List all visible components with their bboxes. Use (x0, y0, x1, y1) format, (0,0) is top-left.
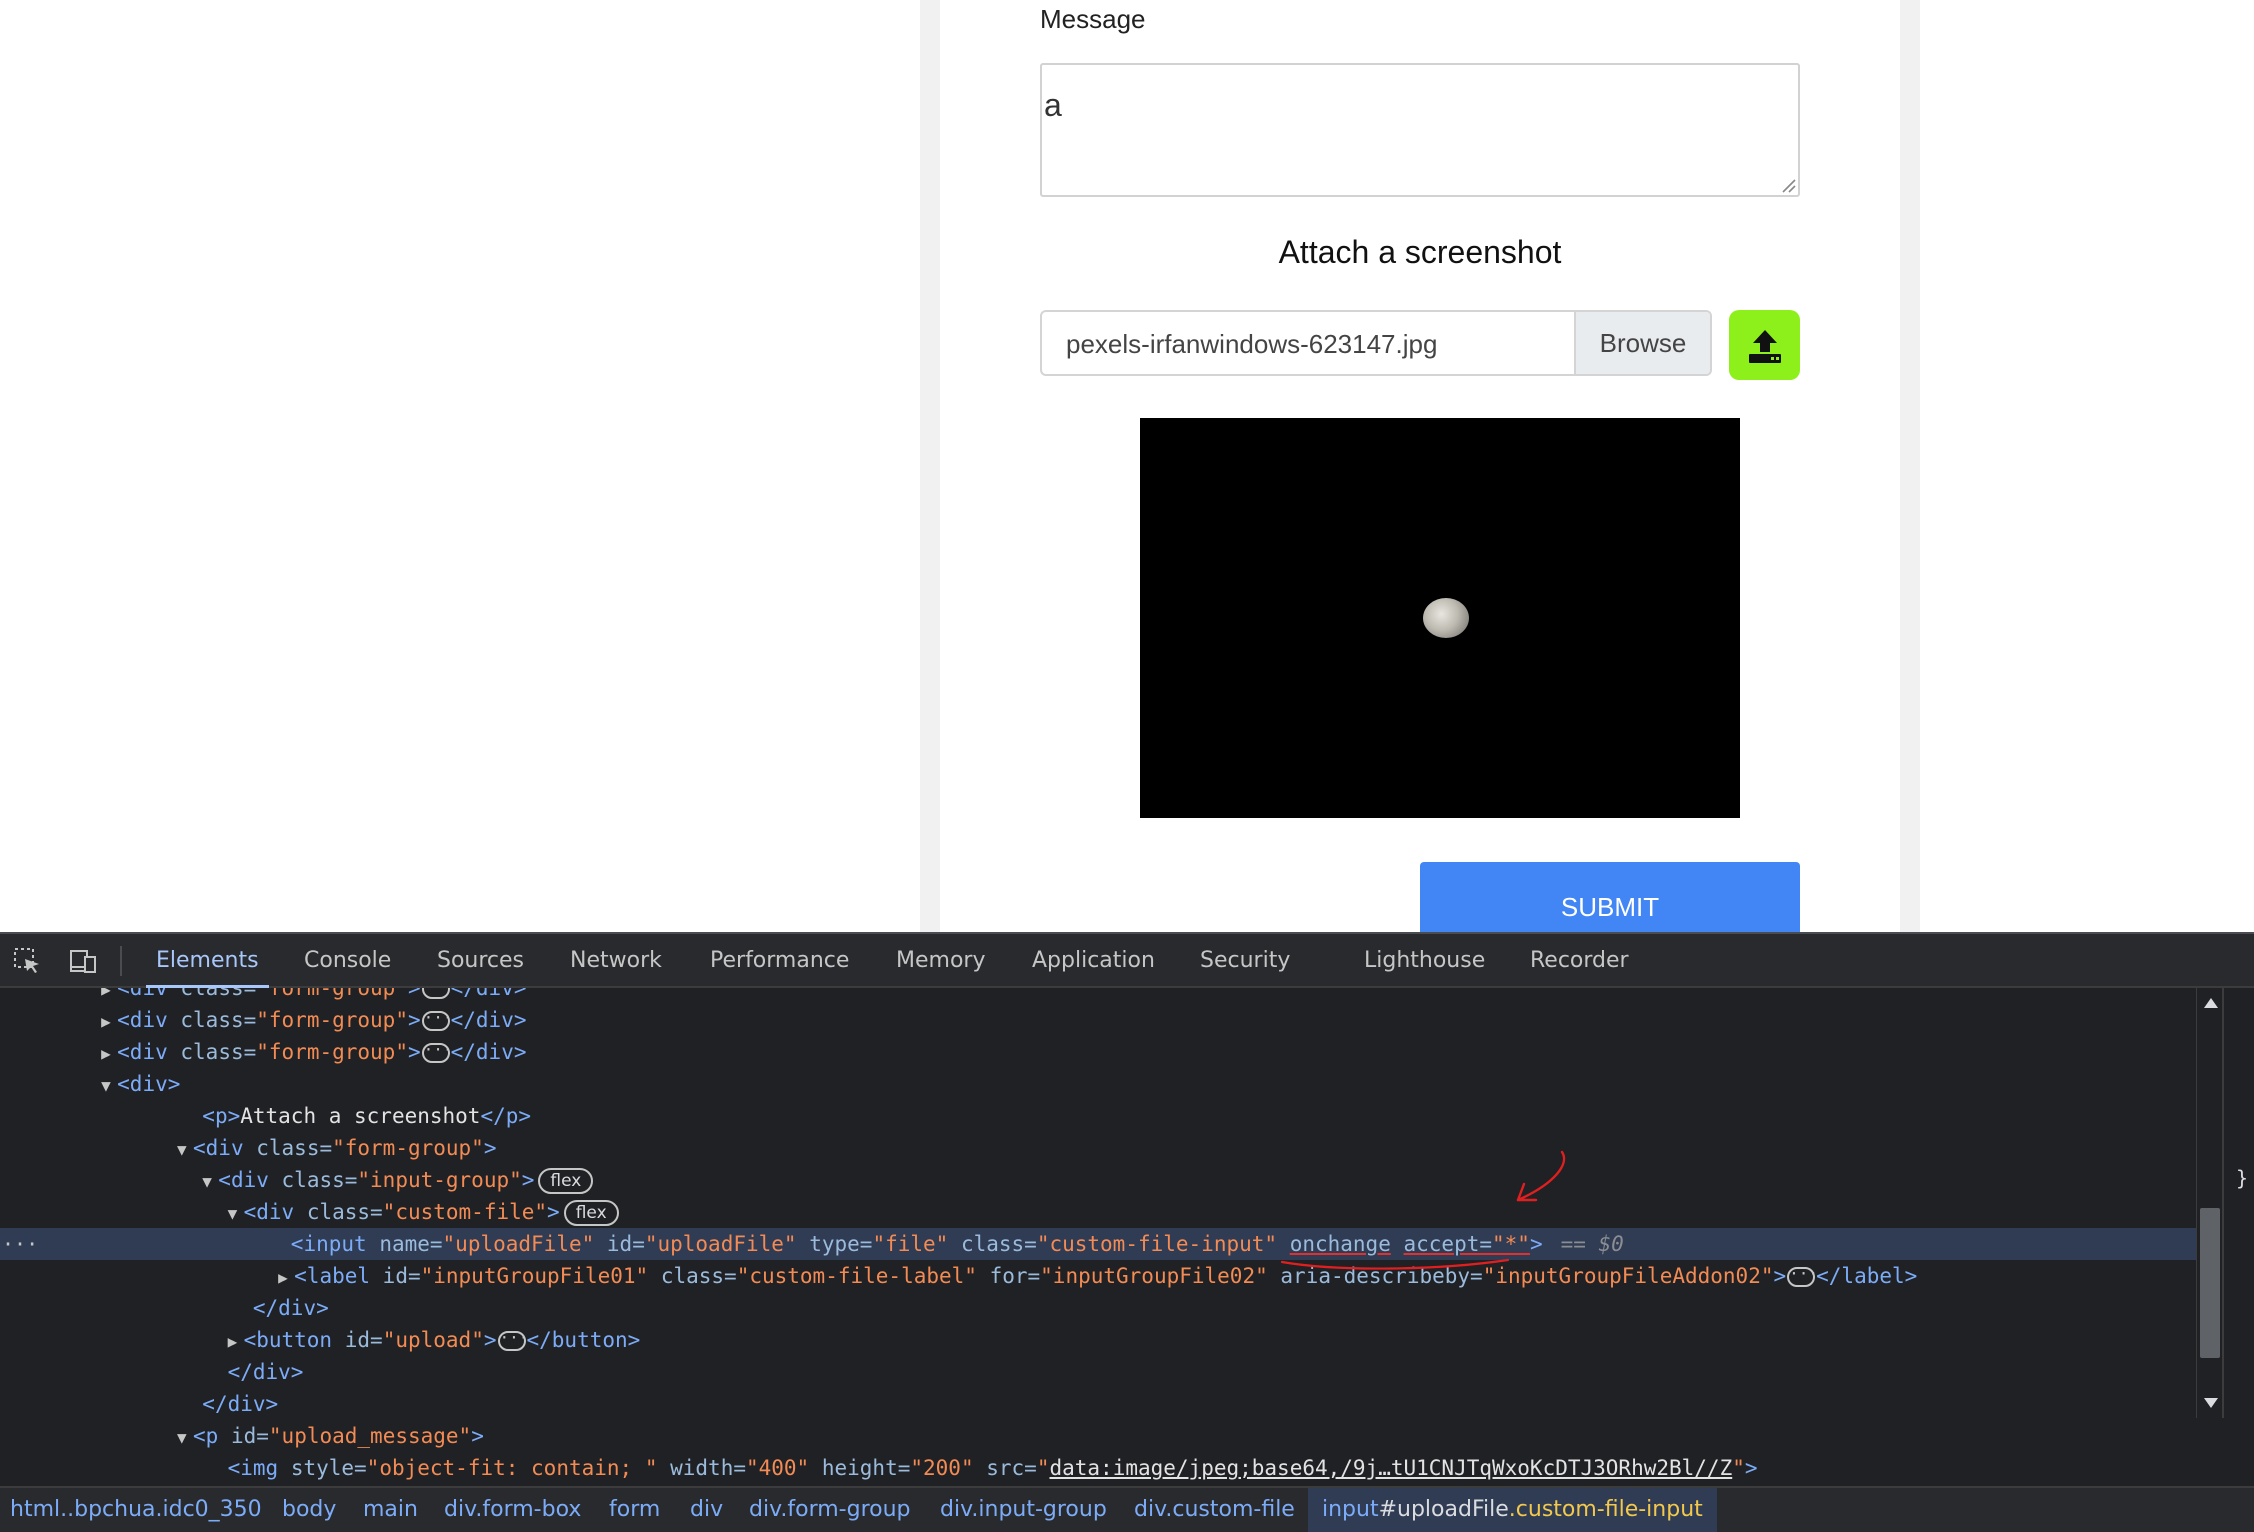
upload-icon (1749, 330, 1781, 363)
breadcrumb-item[interactable]: main (363, 1488, 418, 1532)
dom-node-row[interactable]: ▼ <div> (0, 1068, 2196, 1100)
tab-elements[interactable]: Elements (146, 934, 269, 988)
collapse-triangle-icon[interactable]: ▼ (101, 1070, 117, 1102)
breadcrumb-item[interactable]: form (609, 1488, 660, 1532)
collapse-triangle-icon[interactable]: ▼ (177, 1134, 193, 1166)
dom-node-row[interactable]: ▼ <div class="custom-file"> flex (0, 1196, 2196, 1228)
devtools-tab-bar: Elements Console Sources Network Perform… (0, 934, 2254, 988)
scroll-down-arrow-icon[interactable] (2204, 1398, 2218, 1408)
styles-side-pane: } } (2222, 988, 2254, 1418)
tab-console[interactable]: Console (304, 934, 391, 988)
dom-tree-scrollbar[interactable] (2196, 988, 2222, 1418)
devtools-panel: Elements Console Sources Network Perform… (0, 932, 2254, 1532)
tab-memory[interactable]: Memory (896, 934, 985, 988)
dom-node-row[interactable]: </div> (0, 1292, 2196, 1324)
upload-button[interactable] (1729, 310, 1800, 380)
tab-lighthouse[interactable]: Lighthouse (1364, 934, 1485, 988)
expand-triangle-icon[interactable]: ▶ (278, 1262, 294, 1294)
dom-node-row[interactable]: ▶ <button id="upload"> ···</button> (0, 1324, 2196, 1356)
dom-node-row[interactable]: ▼ <div class="form-group"> (0, 1132, 2196, 1164)
dom-node-row[interactable]: ▼ <p id="upload_message"> (0, 1420, 2196, 1452)
expand-triangle-icon[interactable]: ▶ (101, 1006, 117, 1038)
file-name-label: pexels-irfanwindows-623147.jpg (1066, 329, 1438, 359)
ellipsis-icon[interactable]: ··· (1787, 1266, 1818, 1287)
dom-node-row[interactable]: </div> (0, 1356, 2196, 1388)
elements-dom-tree: ▶<div class="form-group">···</div> ▶<div… (0, 988, 2196, 1418)
scrollbar-thumb[interactable] (2200, 1208, 2220, 1358)
tab-sources[interactable]: Sources (437, 934, 524, 988)
elements-dom-tree-lower: ▼ <p id="upload_message"> <img style="obj… (0, 1420, 2196, 1486)
breadcrumb-item[interactable]: body (282, 1488, 336, 1532)
dom-node-row[interactable]: <img style="object-fit: contain; " width… (0, 1452, 2196, 1484)
expand-triangle-icon[interactable]: ▶ (228, 1326, 244, 1358)
ellipsis-icon[interactable]: ··· (421, 1010, 453, 1031)
browse-button[interactable]: Browse (1574, 312, 1710, 374)
dom-node-row[interactable]: ▶<div class="form-group">···</div> (0, 988, 2196, 1004)
tab-application[interactable]: Application (1032, 934, 1155, 988)
tab-performance[interactable]: Performance (710, 934, 849, 988)
image-src-link[interactable]: data:image/jpeg;base64,/9j…tU1CNJTqWxoKc… (1049, 1456, 1732, 1480)
flex-badge[interactable]: flex (538, 1168, 594, 1194)
more-options-icon[interactable]: ··· (2, 1228, 38, 1260)
dom-node-row[interactable]: </div> (0, 1388, 2196, 1418)
collapse-triangle-icon[interactable]: ▼ (202, 1166, 218, 1198)
collapse-triangle-icon[interactable]: ▼ (177, 1422, 193, 1454)
dom-node-row[interactable]: <p>Attach a screenshot</p> (0, 1100, 2196, 1132)
submit-button[interactable]: SUBMIT (1420, 862, 1800, 932)
breadcrumb-item[interactable]: html..bpchua.idc0_350 (10, 1488, 262, 1532)
breadcrumb-item[interactable]: div (690, 1488, 723, 1532)
breadcrumb-item[interactable]: div.input-group (940, 1488, 1107, 1532)
dom-breadcrumb: html..bpchua.idc0_350 body main div.form… (0, 1486, 2254, 1532)
resize-handle-icon[interactable] (1780, 177, 1796, 193)
message-label: Message (1040, 4, 1146, 34)
tab-network[interactable]: Network (570, 934, 662, 988)
dom-node-row[interactable]: ▼ <div class="input-group"> flex (0, 1164, 2196, 1196)
moon-photo (1423, 598, 1469, 638)
side-pane-brace: } (2236, 1166, 2249, 1190)
dom-node-row[interactable]: ▶<div class="form-group">···</div> (0, 1036, 2196, 1068)
breadcrumb-item[interactable]: div.form-group (749, 1488, 911, 1532)
inspect-element-icon[interactable] (12, 946, 42, 976)
ellipsis-icon[interactable]: ··· (497, 1330, 528, 1351)
tab-security[interactable]: Security (1200, 934, 1290, 988)
red-annotation-arrow-icon (1516, 1150, 1566, 1202)
collapse-triangle-icon[interactable]: ▼ (228, 1198, 244, 1230)
toolbar-separator (120, 946, 122, 976)
ellipsis-icon[interactable]: ··· (421, 988, 453, 999)
attach-screenshot-heading: Attach a screenshot (1278, 234, 1562, 270)
page-gutter-left (920, 0, 940, 932)
dom-node-row[interactable]: ▶<div class="form-group">···</div> (0, 1004, 2196, 1036)
breadcrumb-item[interactable]: div.form-box (444, 1488, 581, 1532)
scroll-up-arrow-icon[interactable] (2204, 998, 2218, 1008)
message-textarea[interactable]: a (1040, 63, 1800, 197)
dom-node-row[interactable]: ▶ <label id="inputGroupFile01" class="cus… (0, 1260, 2196, 1292)
expand-triangle-icon[interactable]: ▶ (101, 1038, 117, 1070)
page-gutter-right (1900, 0, 1920, 932)
breadcrumb-item-selected[interactable]: input#uploadFile.custom-file-input (1308, 1488, 1717, 1532)
dom-node-row-selected[interactable]: ··· <input name="uploadFile" id="uploadF… (0, 1228, 2196, 1260)
ellipsis-icon[interactable]: ··· (421, 1042, 453, 1063)
custom-file-input[interactable]: pexels-irfanwindows-623147.jpg Browse (1040, 310, 1712, 376)
tab-recorder[interactable]: Recorder (1530, 934, 1629, 988)
device-toolbar-icon[interactable] (68, 946, 98, 976)
breadcrumb-item[interactable]: div.custom-file (1134, 1488, 1295, 1532)
red-annotation-underline-icon (1280, 1258, 1510, 1270)
web-page: Message a Attach a screenshot pexels-irf… (0, 0, 2254, 932)
screenshot-preview-image (1140, 418, 1740, 818)
message-text: a (1044, 87, 1062, 123)
flex-badge[interactable]: flex (563, 1200, 619, 1226)
